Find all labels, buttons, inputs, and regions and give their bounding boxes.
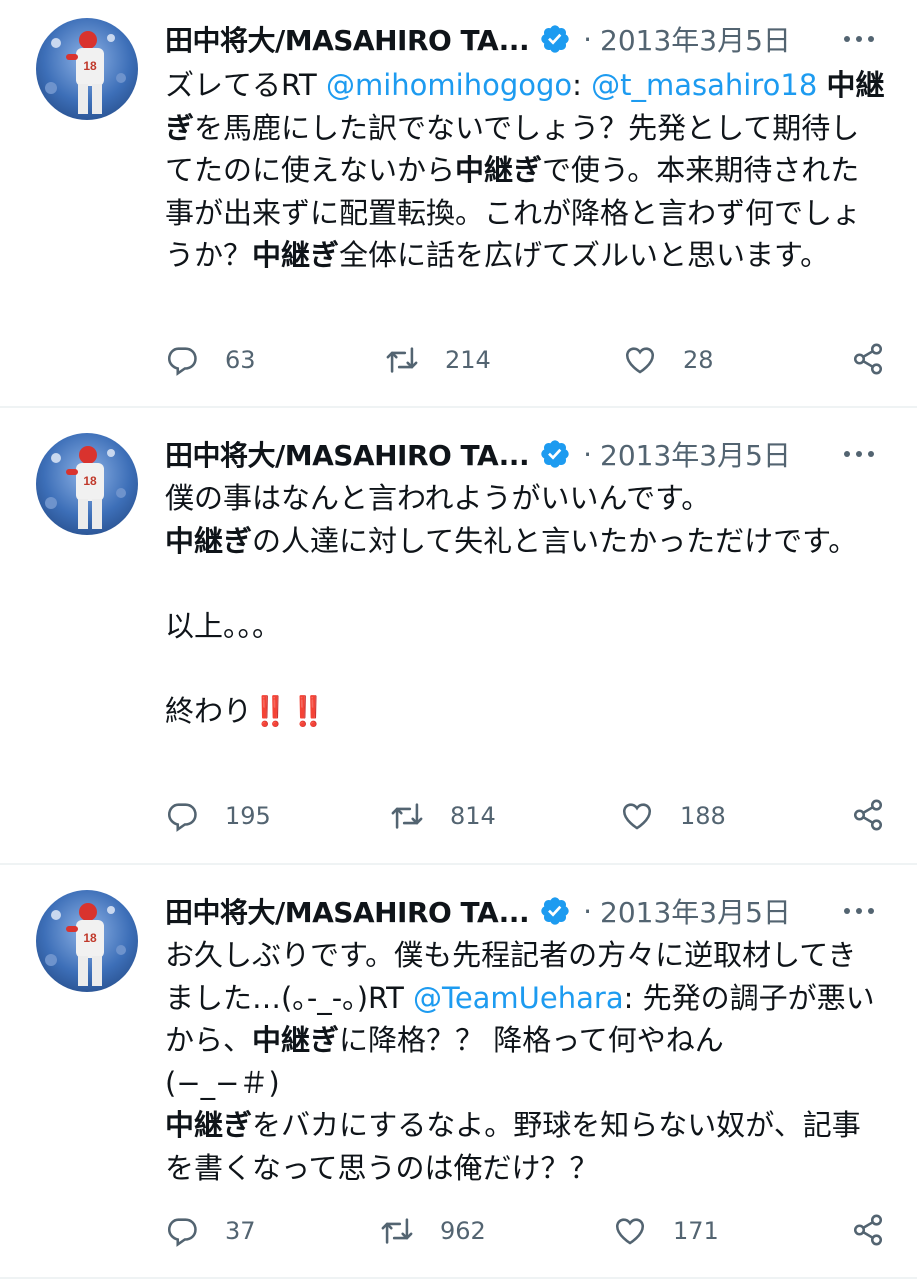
mention-link[interactable]: @mihomihogogo — [326, 68, 572, 102]
reply-button[interactable]: 37 — [165, 1211, 256, 1251]
text-segment: の人達に対して失礼と言いたかっただけです。 — [252, 523, 858, 558]
retweet-button[interactable]: 814 — [390, 796, 496, 836]
svg-text:18: 18 — [83, 59, 97, 73]
tweet-date[interactable]: 2013年3月5日 — [600, 19, 791, 59]
reply-icon — [167, 347, 197, 376]
tweet[interactable]: 18 田中将大/MASAHIRO TA... · 2013年3月5日 ズレてるR… — [0, 0, 917, 406]
text-segment: に降格？？ 降格って何やねん — [339, 1023, 724, 1057]
text-segment: 中継ぎ — [455, 153, 543, 187]
mention-link[interactable]: @TeamUehara — [413, 981, 624, 1015]
pitcher-photo-icon: 18 — [36, 18, 138, 120]
heart-icon — [615, 1218, 645, 1245]
tweet-actions: 195 814 188 — [165, 796, 885, 836]
avatar[interactable]: 18 — [36, 890, 138, 992]
like-count: 171 — [673, 1217, 719, 1245]
share-icon[interactable] — [851, 342, 885, 376]
reply-button[interactable]: 195 — [165, 796, 271, 836]
text-segment: 中継ぎ — [252, 238, 340, 272]
separator-dot: · — [583, 22, 592, 56]
reply-count: 63 — [225, 346, 256, 374]
more-options-icon[interactable] — [839, 439, 879, 469]
tweet-date[interactable]: 2013年3月5日 — [600, 434, 791, 474]
text-segment: 中継ぎ — [252, 1023, 340, 1057]
tweet-actions: 63 214 28 — [165, 340, 885, 380]
retweet-count: 214 — [445, 346, 491, 374]
text-segment: 中継ぎ — [165, 1108, 253, 1142]
author-name[interactable]: 田中将大/MASAHIRO TA... — [165, 434, 530, 474]
pitcher-photo-icon: 18 — [36, 890, 138, 992]
svg-text:18: 18 — [83, 931, 97, 945]
separator-dot: · — [583, 894, 592, 928]
retweet-button[interactable]: 962 — [380, 1211, 486, 1251]
heart-icon — [625, 347, 655, 374]
heart-icon — [622, 803, 652, 830]
share-icon[interactable] — [851, 798, 885, 832]
share-icon[interactable] — [851, 1213, 885, 1247]
like-button[interactable]: 171 — [613, 1211, 719, 1251]
like-button[interactable]: 28 — [623, 340, 714, 380]
more-options-icon[interactable] — [839, 24, 879, 54]
retweet-icon — [381, 1218, 413, 1244]
text-segment: 中継ぎ — [165, 523, 253, 558]
reply-icon — [167, 1218, 197, 1247]
verified-badge-icon — [541, 440, 569, 468]
reply-button[interactable]: 63 — [165, 340, 256, 380]
avatar[interactable]: 18 — [36, 18, 138, 120]
tweet[interactable]: 18 田中将大/MASAHIRO TA... · 2013年3月5日 お久しぶり… — [0, 865, 917, 1280]
tweet-date[interactable]: 2013年3月5日 — [600, 891, 791, 931]
divider — [0, 1277, 917, 1279]
text-segment: をバカにするなよ。野球を知らない奴が、記事を書くなって思うのは俺だけ？？ — [165, 1108, 861, 1185]
reply-count: 195 — [225, 802, 271, 830]
tweet[interactable]: 18 田中将大/MASAHIRO TA... · 2013年3月5日 僕の事はな… — [0, 408, 917, 863]
mention-link[interactable]: @t_masahiro18 — [591, 68, 817, 102]
like-button[interactable]: 188 — [620, 796, 726, 836]
svg-text:18: 18 — [83, 474, 97, 488]
retweet-count: 962 — [440, 1217, 486, 1245]
verified-badge-icon — [541, 897, 569, 925]
author-name[interactable]: 田中将大/MASAHIRO TA... — [165, 891, 530, 931]
retweet-icon — [391, 803, 423, 829]
text-segment: 終わり — [165, 693, 253, 728]
more-options-icon[interactable] — [839, 896, 879, 926]
author-name[interactable]: 田中将大/MASAHIRO TA... — [165, 19, 530, 59]
reply-icon — [167, 803, 197, 832]
reply-count: 37 — [225, 1217, 256, 1245]
retweet-button[interactable]: 214 — [385, 340, 491, 380]
text-segment: 僕の事はなんと言われようがいいんです。 — [165, 481, 711, 515]
text-segment — [817, 68, 826, 102]
tweet-text: ズレてるRT @mihomihogogo: @t_masahiro18 中継ぎを… — [165, 64, 885, 277]
avatar[interactable]: 18 — [36, 433, 138, 535]
retweet-icon — [386, 347, 418, 373]
tweet-text: お久しぶりです。僕も先程記者の方々に逆取材してきました…(｡-_-｡)RT @T… — [165, 934, 885, 1189]
tweet-text: 僕の事はなんと言われようがいいんです。 中継ぎの人達に対して失礼と言いたかっただけ… — [165, 477, 885, 732]
retweet-count: 814 — [450, 802, 496, 830]
like-count: 28 — [683, 346, 714, 374]
like-count: 188 — [680, 802, 726, 830]
verified-badge-icon — [541, 25, 569, 53]
text-segment: 以上。。。 — [165, 608, 282, 643]
text-segment: 全体に話を広げてズルいと思います。 — [339, 238, 830, 272]
separator-dot: · — [583, 437, 592, 471]
text-segment: ズレてるRT — [165, 68, 326, 102]
exclamation-emoji: ‼️‼️ — [252, 693, 329, 728]
tweet-actions: 37 962 171 — [165, 1211, 885, 1251]
text-segment: (−_−＃) — [165, 1065, 280, 1100]
text-segment: : — [572, 68, 592, 102]
pitcher-photo-icon: 18 — [36, 433, 138, 535]
